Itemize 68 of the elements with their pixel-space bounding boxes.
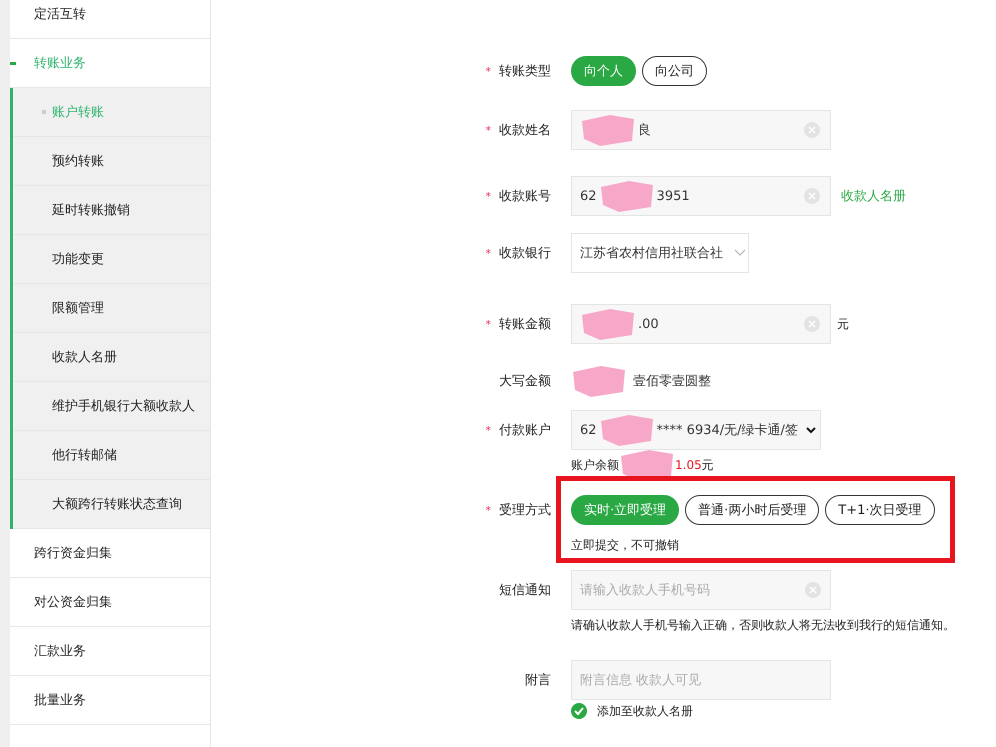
chevron-down-icon (734, 249, 746, 257)
input-field[interactable]: 请输入收款人手机号码 (571, 570, 831, 610)
sidebar-subitem[interactable]: 延时转账撤销 (13, 186, 210, 235)
field-label: 附言 (525, 672, 551, 689)
chevron-down-icon (806, 426, 816, 434)
clear-icon[interactable] (804, 122, 820, 138)
field-value: 良 (638, 122, 651, 139)
sidebar-item[interactable]: 汇款业务 (10, 627, 210, 676)
option-pill[interactable]: 向公司 (642, 56, 707, 86)
hint-text: 立即提交，不可撤销 (571, 537, 680, 554)
input-field[interactable]: 附言信息 收款人可见 (571, 660, 831, 700)
required-mark: * (486, 504, 491, 516)
unit-text: 元 (702, 456, 714, 474)
field-label: 付款账户 (499, 422, 551, 439)
add-to-payee-checkbox[interactable]: 添加至收款人名册 (571, 702, 693, 720)
field-label: 受理方式 (499, 502, 551, 519)
field-label: 转账类型 (499, 63, 551, 80)
balance-label: 账户余额 (571, 456, 619, 474)
redaction-mark (580, 113, 636, 147)
sidebar-subitem[interactable]: 收款人名册 (13, 333, 210, 382)
clear-icon[interactable] (804, 188, 820, 204)
required-mark: * (486, 246, 491, 260)
required-mark: * (486, 318, 491, 330)
sidebar-subitem[interactable]: 维护手机银行大额收款人 (13, 382, 210, 431)
field-value: 62 (580, 422, 597, 438)
field-value: 壹佰零壹圆整 (633, 373, 711, 390)
redaction-mark (598, 179, 655, 213)
input-field[interactable]: .00 (571, 304, 831, 344)
bank-select[interactable]: 江苏省农村信用社联合社 (571, 233, 749, 273)
field-value: **** 6934/无/绿卡通/签 (656, 422, 798, 439)
field-value: .00 (638, 316, 659, 332)
field-value: 62 (580, 188, 597, 204)
active-marker (10, 62, 16, 65)
sidebar-item[interactable]: 定活互转 (10, 0, 210, 39)
clear-icon[interactable] (805, 582, 821, 598)
field-label: 收款账号 (499, 188, 551, 205)
sidebar-subitem[interactable]: 大额跨行转账状态查询 (13, 480, 210, 529)
required-mark: * (486, 64, 491, 78)
notice-text: 请确认收款人手机号输入正确，否则收款人将无法收到我行的短信通知。 (571, 617, 955, 634)
clear-icon[interactable] (804, 316, 820, 332)
field-label: 短信通知 (499, 582, 551, 599)
sidebar-subitem[interactable]: 预约转账 (13, 137, 210, 186)
sidebar-item[interactable]: 批量业务 (10, 676, 210, 725)
option-pill[interactable]: 普通·两小时后受理 (685, 495, 820, 525)
sidebar-subitem[interactable]: 他行转邮储 (13, 431, 210, 480)
field-label: 大写金额 (499, 373, 551, 390)
sidebar-subitem[interactable]: 限额管理 (13, 284, 210, 333)
sidebar-item[interactable]: 跨行资金归集 (10, 529, 210, 578)
redaction-mark (571, 364, 627, 398)
bullet-icon (42, 110, 46, 114)
unit-text: 元 (837, 316, 849, 332)
account-select[interactable]: 62 **** 6934/无/绿卡通/签 (571, 410, 821, 450)
sidebar-subitem[interactable]: 功能变更 (13, 235, 210, 284)
input-field[interactable]: 62 3951 (571, 176, 831, 216)
required-mark: * (486, 190, 491, 202)
check-icon (571, 703, 587, 719)
field-label: 转账金额 (499, 316, 551, 333)
field-label: 收款姓名 (499, 122, 551, 139)
sidebar-item[interactable]: 对公资金归集 (10, 578, 210, 627)
option-pill[interactable]: T+1·次日受理 (825, 495, 935, 525)
input-field[interactable]: 良 (571, 110, 831, 150)
redaction-mark (598, 413, 655, 447)
balance-amount: 1.05 (675, 458, 702, 472)
field-value: 3951 (656, 188, 690, 204)
required-mark: * (486, 124, 491, 136)
field-label: 收款银行 (499, 245, 551, 262)
required-mark: * (486, 424, 491, 436)
redaction-mark (580, 307, 636, 341)
